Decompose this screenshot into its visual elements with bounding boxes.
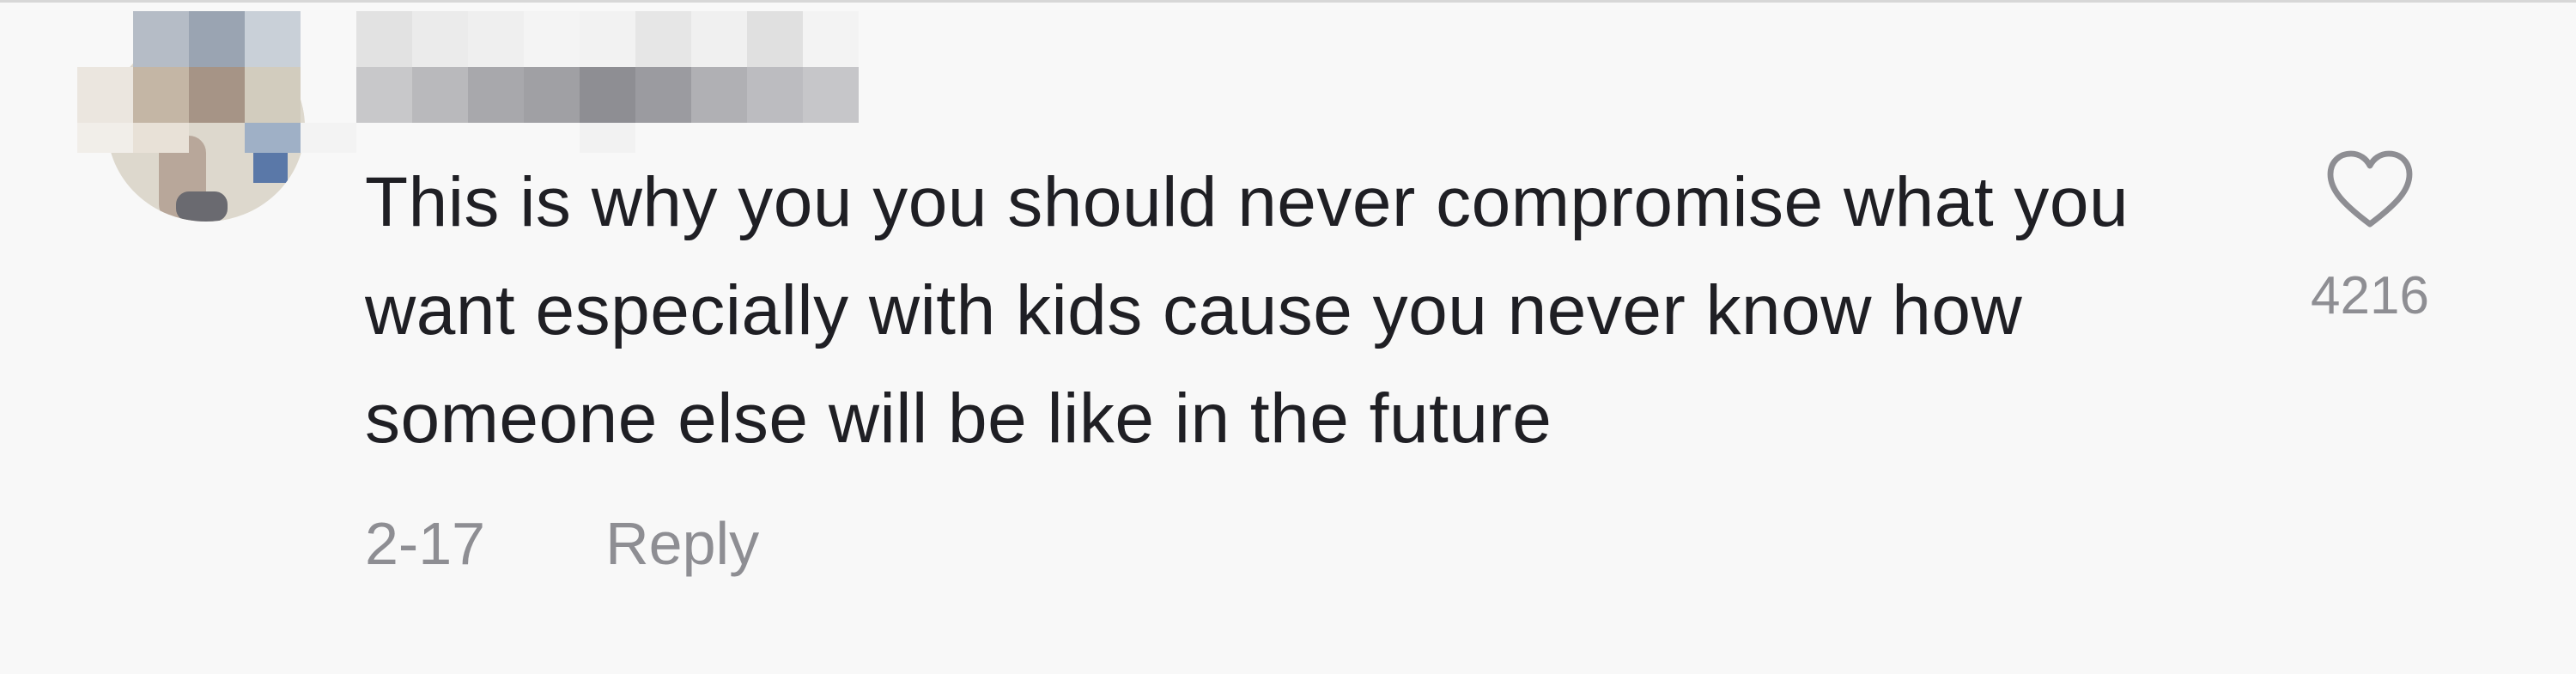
comment-text: This is why you you should never comprom…: [365, 163, 2129, 458]
comment-date: 2-17: [365, 510, 486, 577]
comment-meta: 2-17 Reply: [365, 509, 759, 578]
censor-mosaic: [77, 11, 867, 157]
heart-outline-icon[interactable]: [2325, 149, 2415, 231]
comment-item: This is why you you should never comprom…: [0, 0, 2576, 674]
like-control[interactable]: 4216: [2311, 149, 2429, 326]
reply-button[interactable]: Reply: [605, 509, 759, 578]
like-count: 4216: [2311, 266, 2429, 325]
